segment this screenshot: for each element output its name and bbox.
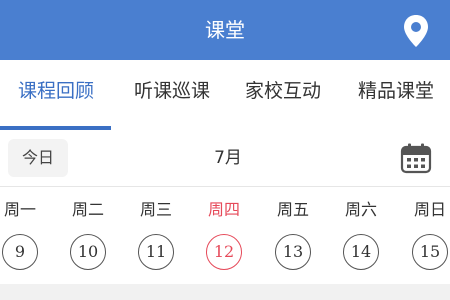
location-pin-icon[interactable] [402,14,430,48]
date-cell[interactable]: 10 [70,234,106,270]
content-area-top [0,284,450,300]
date-cell[interactable]: 13 [275,234,311,270]
month-label: 7月 [214,148,242,168]
date-cell-today[interactable]: 12 [206,234,242,270]
weekday-thu: 周四 [207,200,240,219]
weekday-row: 周一 周二 周三 周四 周五 周六 周日 [0,190,450,230]
date-toolbar: 今日 7月 [0,130,450,187]
calendar-icon[interactable] [400,142,432,174]
weekday-tue: 周二 [71,200,104,219]
date-cell[interactable]: 14 [343,234,379,270]
date-row: 9 10 11 12 13 14 15 [0,234,450,276]
app-header: 课堂 [0,0,450,60]
weekday-mon: 周一 [3,200,36,219]
tab-featured-class[interactable]: 精品课堂 [346,60,446,122]
date-cell[interactable]: 9 [2,234,38,270]
weekday-sat: 周六 [344,200,377,219]
weekday-wed: 周三 [139,200,172,219]
tab-course-review[interactable]: 课程回顾 [4,60,108,122]
date-cell[interactable]: 11 [138,234,174,270]
tab-home-school[interactable]: 家校互动 [233,60,333,122]
tab-bar: 课程回顾 听课巡课 家校互动 精品课堂 [0,60,450,138]
weekday-fri: 周五 [276,200,309,219]
tab-lesson-inspection[interactable]: 听课巡课 [122,60,222,122]
page-title: 课堂 [205,18,245,42]
today-button[interactable]: 今日 [8,139,68,177]
weekday-sun: 周日 [413,200,446,219]
date-cell[interactable]: 15 [412,234,448,270]
